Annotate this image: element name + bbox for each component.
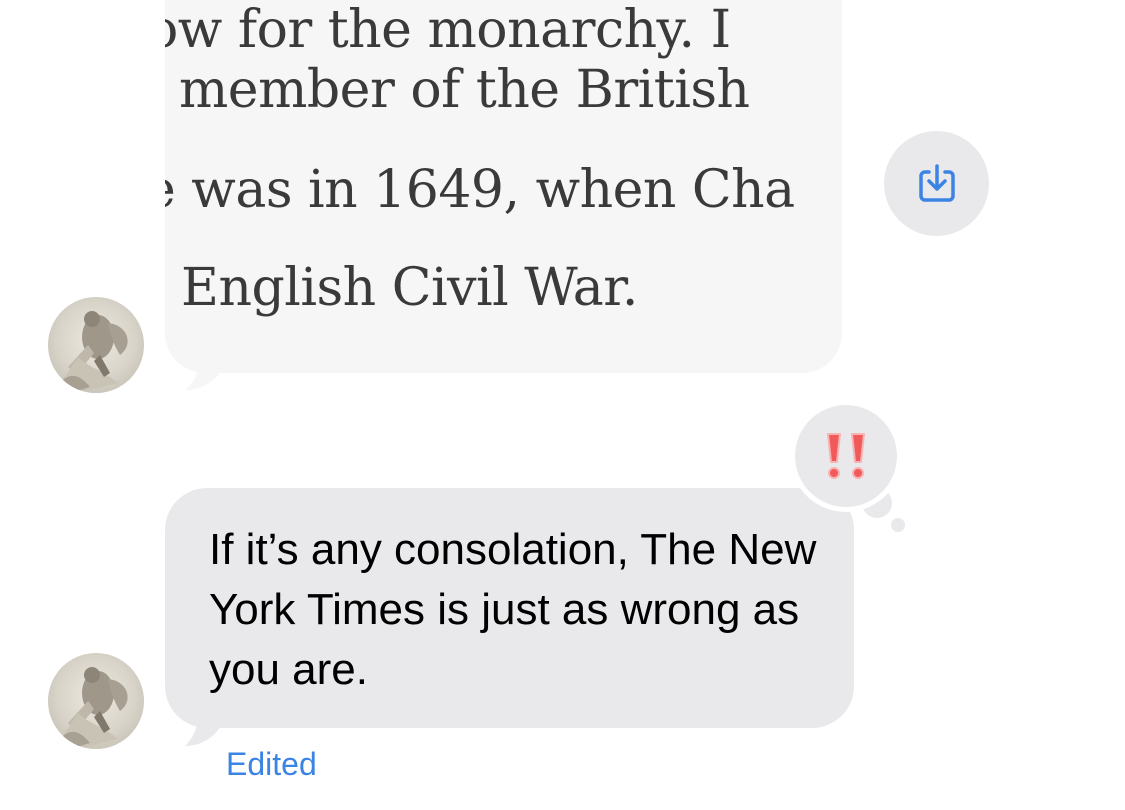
statue-avatar-image <box>58 667 128 749</box>
tapback-reaction[interactable] <box>795 405 897 507</box>
image-text-line: member of the British <box>179 60 750 120</box>
contact-avatar[interactable] <box>48 653 144 749</box>
edited-label[interactable]: Edited <box>226 746 317 783</box>
text-message-bubble[interactable]: If it’s any consolation, The New York Ti… <box>165 488 854 728</box>
download-icon <box>918 163 955 202</box>
image-message-bubble[interactable]: ow for the monarchy. I member of the Bri… <box>165 0 842 373</box>
save-image-button[interactable] <box>884 131 989 236</box>
message-text: If it’s any consolation, The New York Ti… <box>209 525 817 694</box>
bubble-tail <box>185 710 221 746</box>
tapback-tail-dot <box>891 518 905 532</box>
statue-avatar-image <box>58 311 128 393</box>
double-exclamation-icon <box>827 433 865 479</box>
bubble-tail <box>185 360 219 390</box>
image-text-line: ow for the monarchy. I <box>165 0 731 60</box>
image-text-line: English Civil War. <box>181 258 638 318</box>
contact-avatar[interactable] <box>48 297 144 393</box>
image-text-line: e was in 1649, when Cha <box>165 160 795 220</box>
